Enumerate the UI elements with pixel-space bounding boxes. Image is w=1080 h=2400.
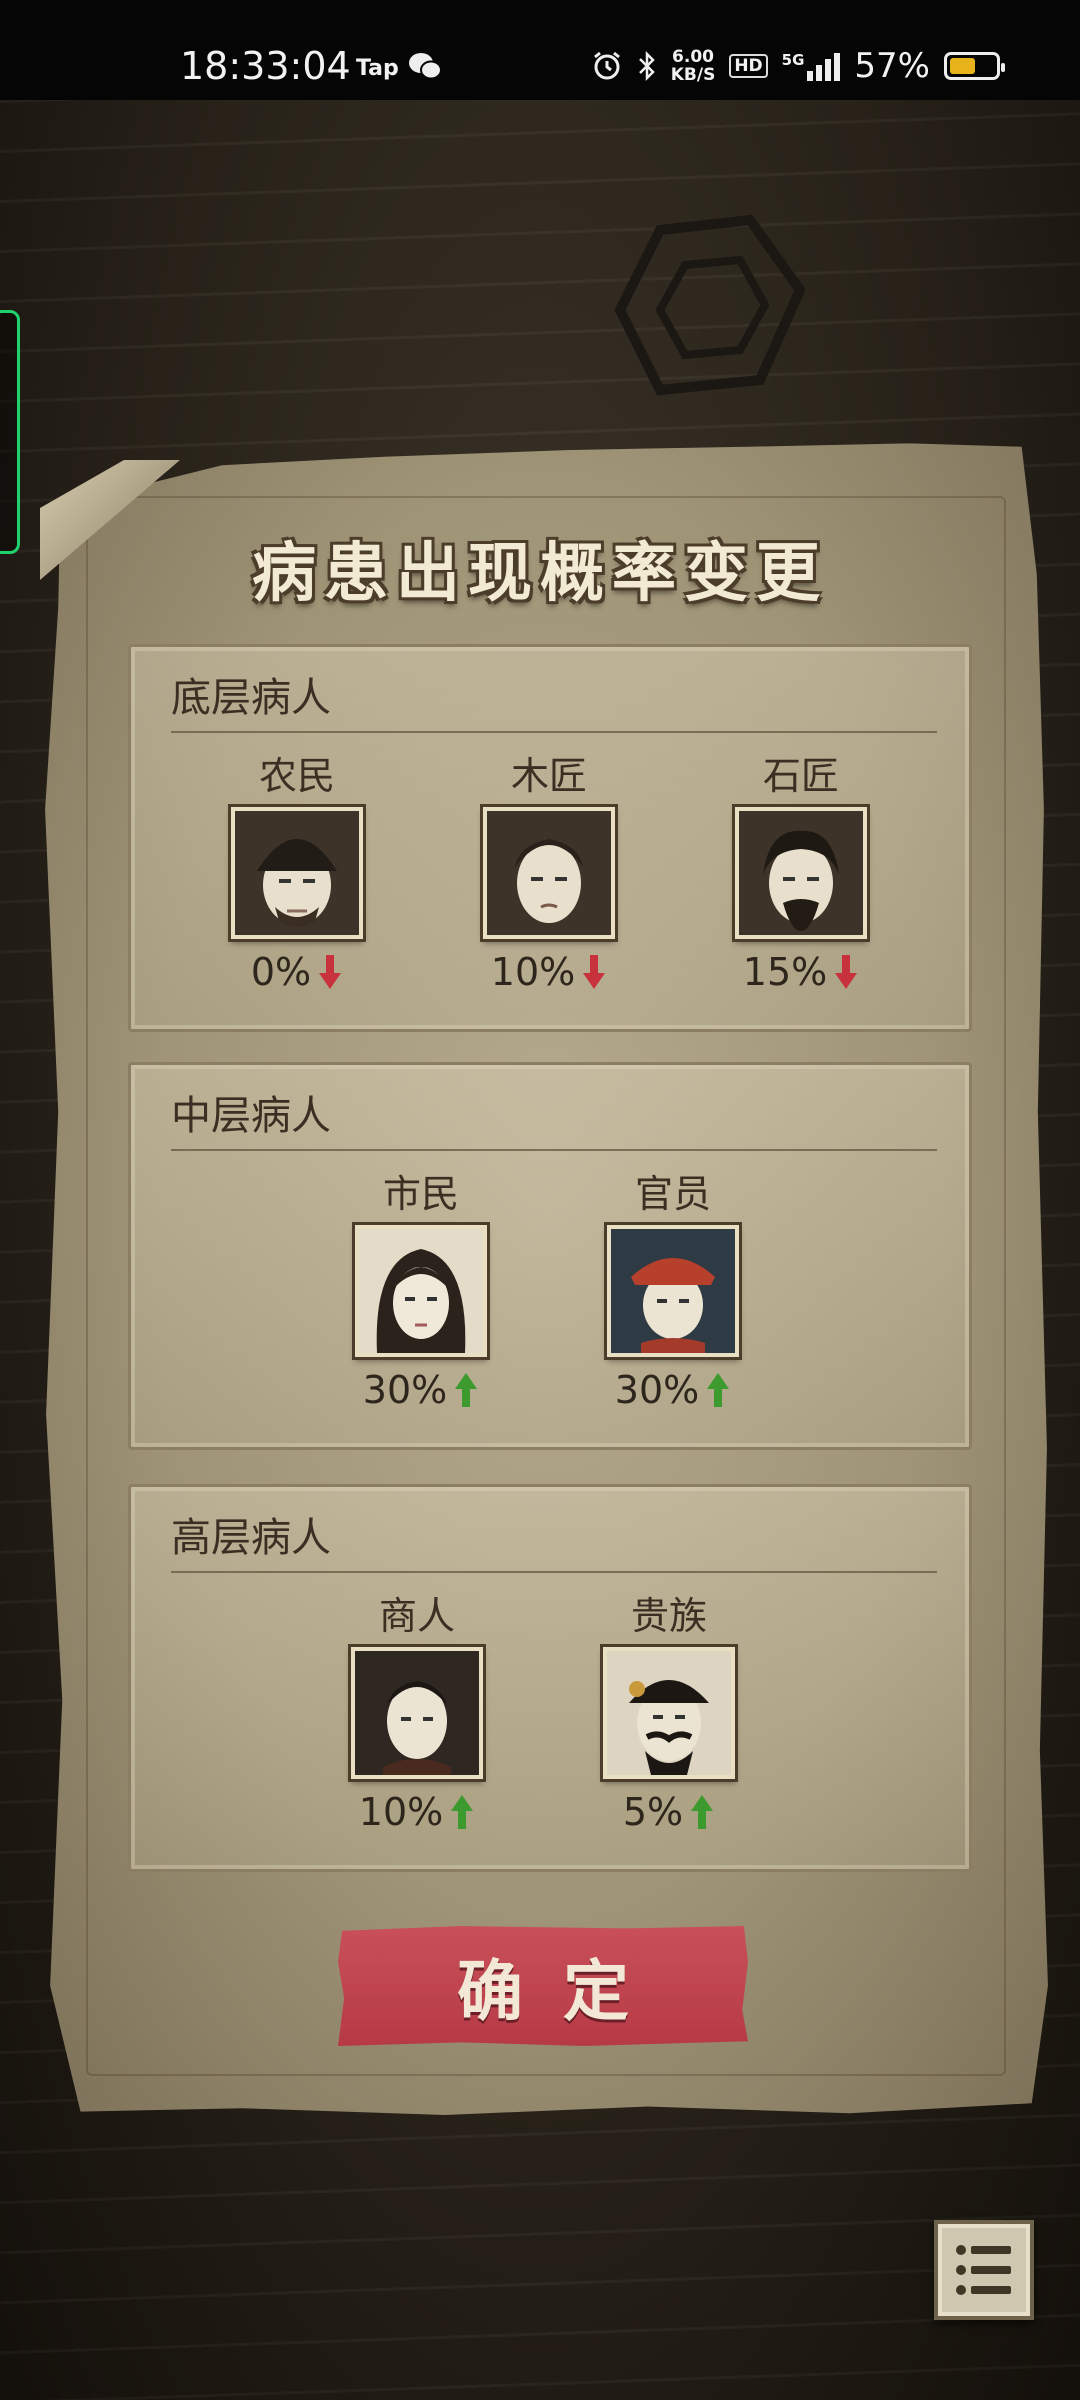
arrow-up-icon <box>689 1793 715 1831</box>
battery-level <box>950 58 976 74</box>
alarm-icon <box>593 51 620 80</box>
arrow-down-icon <box>581 953 607 991</box>
noble-portrait-icon <box>603 1647 735 1779</box>
arrow-up-icon <box>705 1371 731 1409</box>
status-bar: 18:33:04 Tap 6.00 KB/S HD 5G 57% <box>0 0 1080 100</box>
patient-percent: 30% <box>362 1368 448 1412</box>
battery-percent: 57% <box>854 46 930 86</box>
menu-button[interactable] <box>934 2220 1034 2320</box>
farmer-portrait-icon <box>231 807 363 939</box>
confirm-button-label: 确定 <box>457 1953 669 2030</box>
section-upper-class: 高层病人 商人 10% 贵族 5% <box>128 1484 972 1872</box>
mason-portrait-icon <box>735 807 867 939</box>
section-divider <box>171 1149 937 1151</box>
desk-ornament-icon <box>614 214 806 396</box>
section-divider <box>171 731 937 733</box>
section-middle-class: 中层病人 市民 30% 官员 30% <box>128 1062 972 1450</box>
patient-name: 官员 <box>634 1172 711 1216</box>
patient-percent: 0% <box>250 950 312 994</box>
patient-name: 市民 <box>382 1172 459 1216</box>
signal-icon: 5G <box>782 51 841 81</box>
section-title: 底层病人 <box>171 675 331 721</box>
patient-percent: 30% <box>614 1368 700 1412</box>
side-floating-tab[interactable] <box>0 310 20 554</box>
confirm-button[interactable]: 确定 <box>338 1926 748 2046</box>
patient-name: 木匠 <box>510 754 587 798</box>
patient-citizen: 市民 30% <box>341 1169 501 1415</box>
patient-carpenter: 木匠 10% <box>469 751 629 997</box>
network-speed-value: 6.00 <box>672 47 714 67</box>
section-title: 中层病人 <box>171 1093 331 1139</box>
tap-app-icon: Tap <box>356 56 399 81</box>
section-title: 高层病人 <box>171 1515 331 1561</box>
patient-percent: 10% <box>490 950 576 994</box>
citizen-portrait-icon <box>355 1225 487 1357</box>
patient-official: 官员 30% <box>593 1169 753 1415</box>
patient-percent: 15% <box>742 950 828 994</box>
bluetooth-icon <box>638 50 655 82</box>
patient-percent: 10% <box>358 1790 444 1834</box>
patient-merchant: 商人 10% <box>337 1591 497 1837</box>
arrow-down-icon <box>317 953 343 991</box>
wechat-icon <box>409 53 442 80</box>
dialog-title: 病患出现概率变更 <box>252 537 828 611</box>
status-indicators: 6.00 KB/S HD 5G 57% <box>591 46 1005 86</box>
patient-name: 商人 <box>378 1594 455 1638</box>
patient-name: 农民 <box>258 754 335 798</box>
arrow-up-icon <box>453 1371 479 1409</box>
arrow-down-icon <box>833 953 859 991</box>
battery-icon <box>944 52 1005 80</box>
status-time: 18:33:04 <box>180 44 351 88</box>
official-portrait-icon <box>607 1225 739 1357</box>
patient-name: 贵族 <box>630 1594 707 1638</box>
patient-farmer: 农民 0% <box>217 751 377 997</box>
arrow-up-icon <box>449 1793 475 1831</box>
patient-noble: 贵族 5% <box>589 1591 749 1837</box>
list-menu-icon <box>956 2245 1011 2295</box>
network-speed: 6.00 KB/S <box>671 48 716 84</box>
network-type: 5G <box>781 51 805 69</box>
network-speed-unit: KB/S <box>670 65 716 85</box>
patient-name: 石匠 <box>762 754 839 798</box>
carpenter-portrait-icon <box>483 807 615 939</box>
hd-badge: HD <box>729 54 768 78</box>
patient-mason: 石匠 15% <box>721 751 881 997</box>
section-lower-class: 底层病人 农民 0% 木匠 10% 石匠 15% <box>128 644 972 1032</box>
section-divider <box>171 1571 937 1573</box>
merchant-portrait-icon <box>351 1647 483 1779</box>
patient-percent: 5% <box>622 1790 684 1834</box>
